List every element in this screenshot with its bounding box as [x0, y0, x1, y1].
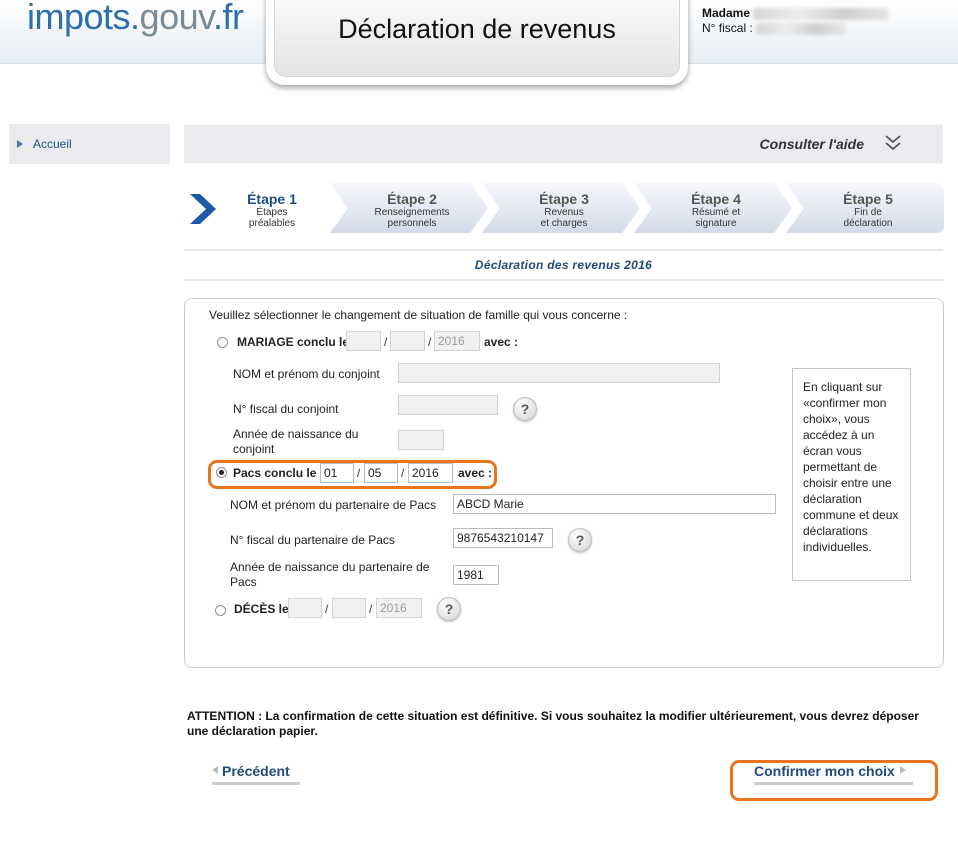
divider	[184, 279, 943, 281]
triangle-left-icon	[212, 766, 218, 774]
date-separator: /	[401, 466, 405, 480]
user-title-label: Madame	[702, 6, 751, 20]
fiscal-number-label: N° fiscal :	[702, 21, 753, 35]
step-2: Étape 2 Renseignements personnels	[352, 183, 472, 233]
help-question-icon[interactable]: ?	[568, 528, 592, 552]
conjoint-nom-label: NOM et prénom du conjoint	[233, 367, 380, 381]
step-title: Étape 3	[539, 191, 589, 207]
step-title: Étape 4	[691, 191, 741, 207]
redacted-fiscal-number	[756, 22, 847, 35]
step-title: Étape 1	[247, 191, 297, 207]
previous-label: Précédent	[222, 763, 290, 779]
partenaire-naissance-input[interactable]	[453, 565, 499, 585]
partenaire-nom-label: NOM et prénom du partenaire de Pacs	[230, 498, 437, 512]
pacs-day-input[interactable]	[320, 463, 354, 483]
step-subtitle: Étapes	[256, 207, 288, 218]
partenaire-naissance-label-1: Année de naissance du partenaire de	[230, 560, 430, 574]
step-4: Étape 4 Résumé et signature	[656, 183, 776, 233]
triangle-right-icon	[899, 766, 906, 774]
step-subtitle: signature	[695, 218, 737, 229]
help-question-icon[interactable]: ?	[437, 597, 461, 621]
deces-label: DÉCÈS le	[234, 602, 289, 616]
declaration-title: Déclaration des revenus 2016	[474, 258, 653, 272]
info-box: En cliquant sur «confirmer mon choix», v…	[792, 368, 911, 581]
sidebar-item-label: Accueil	[33, 137, 72, 151]
triangle-right-icon	[17, 140, 23, 148]
logo-text-fr: .fr	[212, 0, 244, 37]
step-subtitle: et charges	[540, 218, 588, 229]
conjoint-nom-input[interactable]	[398, 363, 720, 383]
current-step-chevron-icon	[190, 194, 216, 224]
mariage-avec-label: avec :	[484, 335, 519, 349]
deces-day-input[interactable]	[288, 598, 322, 618]
warning-text: ATTENTION : La confirmation de cette sit…	[187, 709, 919, 738]
conjoint-naissance-label-1: Année de naissance du	[233, 427, 359, 441]
step-subtitle: Revenus	[544, 207, 584, 218]
pacs-year-input[interactable]	[408, 463, 453, 483]
step-subtitle: personnels	[387, 218, 437, 229]
step-subtitle: préalables	[248, 218, 296, 229]
step-5: Étape 5 Fin de déclaration	[808, 183, 928, 233]
radio-pacs[interactable]	[216, 467, 227, 478]
date-separator: /	[369, 602, 373, 616]
pacs-label: Pacs conclu le	[233, 466, 317, 480]
mariage-month-input[interactable]	[390, 331, 425, 351]
deces-year-input[interactable]	[376, 598, 422, 618]
redacted-name	[753, 7, 890, 20]
confirm-button[interactable]: Confirmer mon choix	[754, 763, 913, 785]
partenaire-fiscal-label: N° fiscal du partenaire de Pacs	[230, 533, 395, 547]
step-subtitle: déclaration	[843, 218, 893, 229]
date-separator: /	[384, 335, 388, 349]
mariage-day-input[interactable]	[346, 331, 381, 351]
logo-text-impots: impots.	[27, 0, 140, 37]
step-progress: Étape 1 Étapes préalables Étape 2 Rensei…	[184, 183, 944, 233]
confirm-label: Confirmer mon choix	[754, 763, 895, 779]
date-separator: /	[428, 335, 432, 349]
divider	[184, 249, 943, 251]
deces-month-input[interactable]	[332, 598, 366, 618]
step-title: Étape 5	[843, 191, 893, 207]
date-separator: /	[357, 466, 361, 480]
mariage-label: MARIAGE conclu le	[237, 335, 350, 349]
form-intro: Veuillez sélectionner le changement de s…	[209, 308, 628, 322]
partenaire-naissance-label-2: Pacs	[230, 575, 257, 589]
conjoint-fiscal-input[interactable]	[398, 395, 498, 415]
conjoint-naissance-input[interactable]	[398, 430, 444, 450]
page-title: Déclaration de revenus	[338, 14, 616, 44]
step-subtitle: Résumé et	[691, 207, 741, 218]
double-chevron-down-icon[interactable]	[883, 133, 903, 153]
conjoint-fiscal-label: N° fiscal du conjoint	[233, 402, 339, 416]
page-title-box: Déclaration de revenus	[266, 0, 688, 85]
radio-mariage[interactable]	[217, 337, 228, 348]
previous-button[interactable]: Précédent	[212, 763, 300, 785]
step-title: Étape 2	[387, 191, 437, 207]
pacs-avec-label: avec :	[458, 466, 493, 480]
site-logo[interactable]: impots.gouv.fr	[27, 0, 244, 38]
step-subtitle: Renseignements	[374, 207, 450, 218]
partenaire-fiscal-input[interactable]	[453, 528, 553, 548]
conjoint-naissance-label-2: conjoint	[233, 442, 275, 456]
sidebar-item-accueil[interactable]: Accueil	[9, 124, 170, 164]
pacs-month-input[interactable]	[364, 463, 398, 483]
help-bar: Consulter l'aide	[184, 125, 943, 163]
partenaire-nom-input[interactable]	[453, 494, 776, 514]
step-1: Étape 1 Étapes préalables	[218, 183, 326, 233]
mariage-year-input[interactable]	[434, 331, 480, 351]
user-info: Madame N° fiscal :	[702, 6, 890, 36]
radio-deces[interactable]	[215, 605, 226, 616]
date-separator: /	[325, 602, 329, 616]
step-3: Étape 3 Revenus et charges	[504, 183, 624, 233]
logo-text-gouv: gouv	[139, 0, 214, 37]
step-subtitle: Fin de	[854, 207, 882, 218]
help-question-icon[interactable]: ?	[513, 397, 537, 421]
help-link[interactable]: Consulter l'aide	[760, 136, 864, 152]
